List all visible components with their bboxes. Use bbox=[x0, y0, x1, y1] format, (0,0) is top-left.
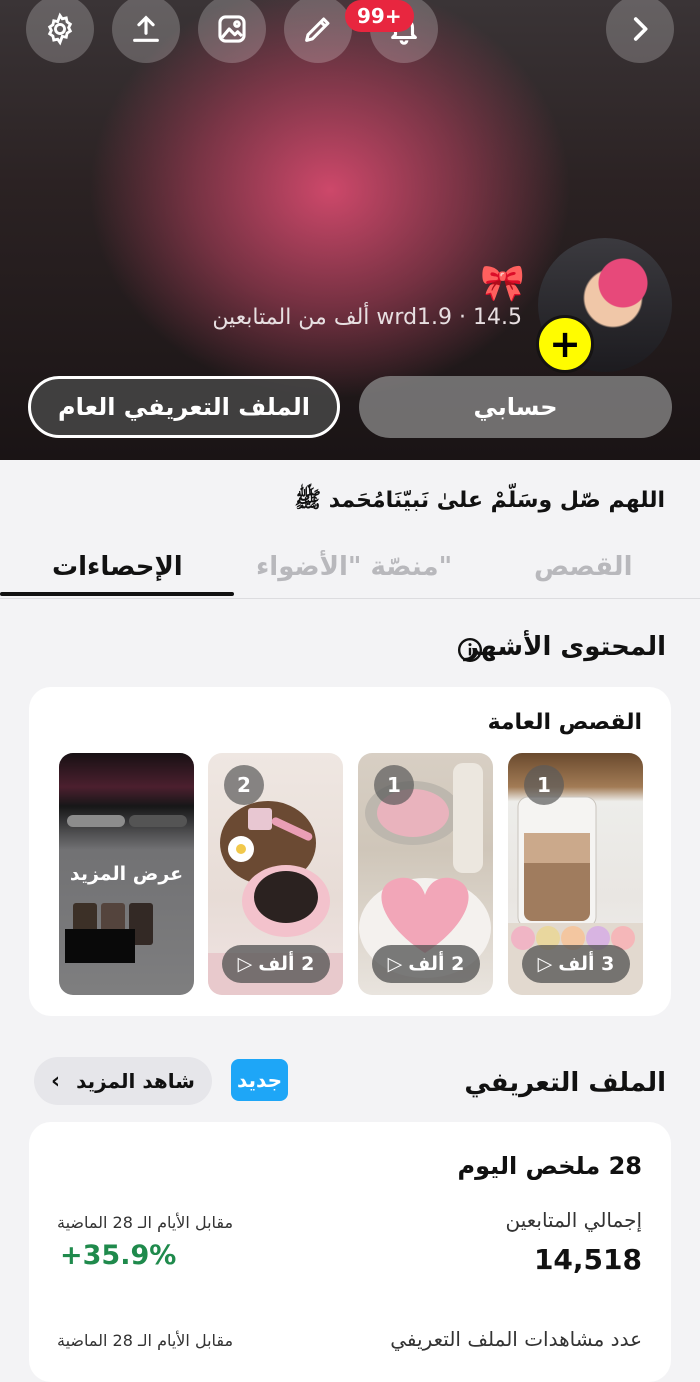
new-badge: جديد bbox=[231, 1059, 288, 1101]
gallery-icon[interactable] bbox=[198, 0, 266, 63]
see-more-button[interactable]: ‹ شاهد المزيد bbox=[34, 1057, 212, 1105]
profile-header: 99+ + 🎀 wrd1.9 · 14.5 ألف من المتابعين ا… bbox=[0, 0, 700, 460]
tab-stats[interactable]: الإحصاءات bbox=[52, 552, 183, 582]
info-icon[interactable] bbox=[457, 637, 483, 663]
active-tab-indicator bbox=[0, 592, 234, 596]
tab-spotlight[interactable]: منصّة "الأضواء" bbox=[256, 552, 452, 582]
story-views: 3 ألف ▷ bbox=[522, 945, 630, 983]
tab-bar: الإحصاءات منصّة "الأضواء" القصص bbox=[0, 548, 700, 599]
story-thumbnail[interactable]: 1 3 ألف ▷ bbox=[508, 753, 643, 995]
views-label: 2 ألف bbox=[258, 953, 315, 975]
bio-text: اللهم صّل وسَلّمْ علىٰ نَبيّنَامُحَمد ﷺ bbox=[294, 488, 665, 513]
profile-section-title: الملف التعريفي bbox=[464, 1068, 666, 1098]
notification-badge: 99+ bbox=[345, 0, 414, 32]
story-views: 2 ألف ▷ bbox=[372, 945, 480, 983]
chevron-left-icon: ‹ bbox=[51, 1068, 61, 1094]
see-more-label: شاهد المزيد bbox=[76, 1069, 195, 1093]
settings-icon[interactable] bbox=[26, 0, 94, 63]
edit-icon[interactable] bbox=[284, 0, 352, 63]
story-views: 2 ألف ▷ bbox=[222, 945, 330, 983]
play-icon: ▷ bbox=[237, 953, 253, 975]
followers-change: +35.9% bbox=[60, 1240, 177, 1271]
views-label: 2 ألف bbox=[408, 953, 465, 975]
public-profile-button[interactable]: الملف التعريفي العام bbox=[28, 376, 340, 438]
add-story-button[interactable]: + bbox=[536, 315, 594, 373]
compare-label: مقابل الأيام الـ 28 الماضية bbox=[57, 1213, 234, 1232]
tab-stories[interactable]: القصص bbox=[534, 552, 632, 582]
subscribers-count: wrd1.9 · 14.5 ألف من المتابعين bbox=[212, 305, 522, 330]
summary-title: 28 ملخص اليوم bbox=[457, 1152, 642, 1180]
chevron-right-icon[interactable] bbox=[606, 0, 674, 63]
profile-views-label: عدد مشاهدات الملف التعريفي bbox=[390, 1327, 642, 1351]
play-icon: ▷ bbox=[537, 953, 553, 975]
followers-value: 14,518 bbox=[533, 1243, 642, 1276]
see-more-label: عرض المزيد bbox=[59, 753, 194, 995]
bow-emoji: 🎀 bbox=[480, 263, 525, 304]
followers-label: إجمالي المتابعين bbox=[505, 1208, 642, 1232]
my-account-button[interactable]: حسابي bbox=[359, 376, 672, 438]
upload-icon[interactable] bbox=[112, 0, 180, 63]
views-label: 3 ألف bbox=[558, 953, 615, 975]
top-content-title: المحتوى الأشهر bbox=[464, 632, 666, 662]
see-more-tile[interactable]: عرض المزيد bbox=[59, 753, 194, 995]
play-icon: ▷ bbox=[387, 953, 403, 975]
story-number: 2 bbox=[224, 765, 264, 805]
story-number: 1 bbox=[374, 765, 414, 805]
compare-label: مقابل الأيام الـ 28 الماضية bbox=[57, 1331, 234, 1350]
story-thumbnail[interactable]: 1 2 ألف ▷ bbox=[358, 753, 493, 995]
story-number: 1 bbox=[524, 765, 564, 805]
public-stories-title: القصص العامة bbox=[487, 710, 642, 735]
story-thumbnail[interactable]: 2 2 ألف ▷ bbox=[208, 753, 343, 995]
